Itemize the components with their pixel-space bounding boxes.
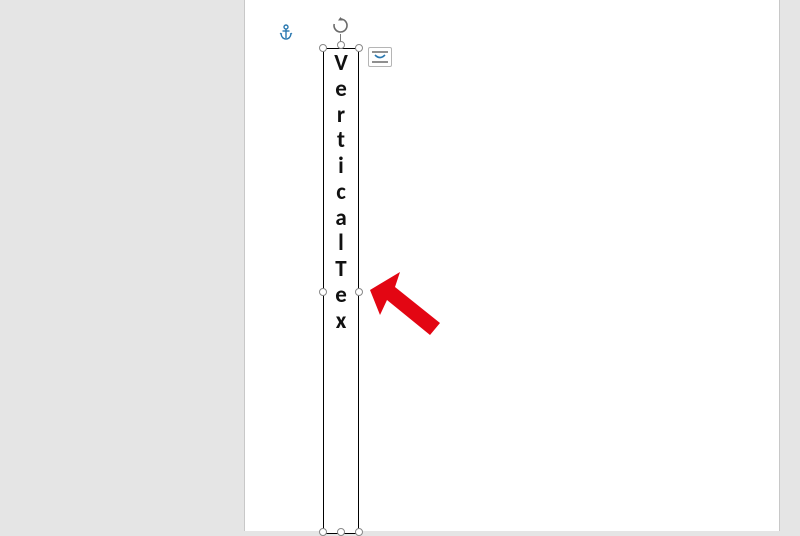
window-gutter — [780, 0, 792, 531]
resize-handle-bottom-left[interactable] — [319, 528, 327, 536]
resize-handle-top-middle[interactable] — [337, 41, 345, 49]
resize-handle-middle-left[interactable] — [319, 288, 327, 296]
text-box[interactable]: V e r t i c a l T e x — [323, 48, 359, 534]
resize-handle-middle-right[interactable] — [355, 288, 363, 296]
vertical-text-content: V e r t i c a l T e x — [324, 51, 358, 334]
resize-handle-top-right[interactable] — [355, 44, 363, 52]
resize-handle-bottom-middle[interactable] — [337, 528, 345, 536]
resize-handle-bottom-right[interactable] — [355, 528, 363, 536]
rotate-handle-icon[interactable] — [332, 17, 349, 34]
resize-handle-top-left[interactable] — [319, 44, 327, 52]
layout-options-button[interactable] — [368, 47, 392, 67]
anchor-icon[interactable] — [279, 24, 293, 44]
